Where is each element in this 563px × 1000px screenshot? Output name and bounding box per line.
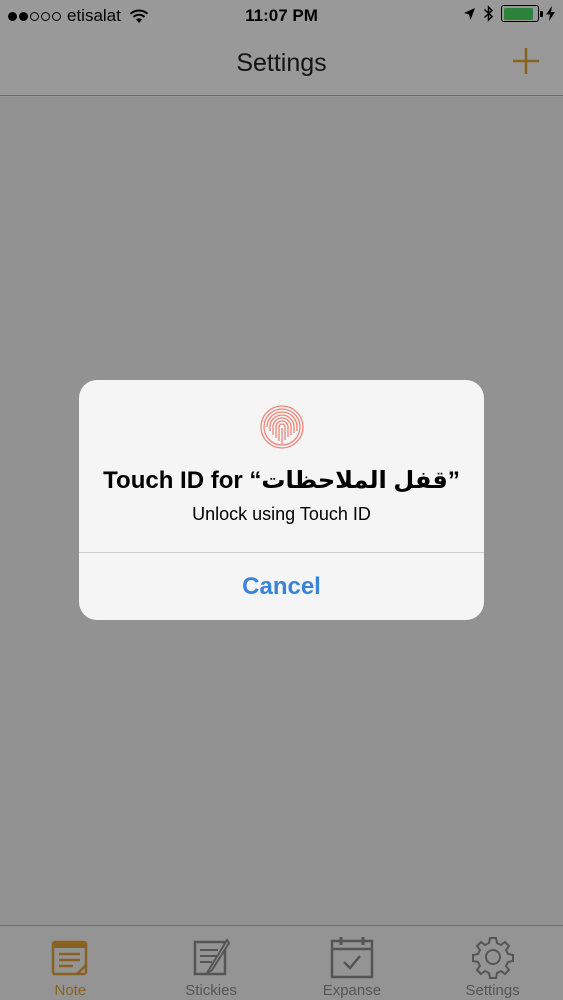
fingerprint-icon xyxy=(260,405,304,449)
cancel-button[interactable]: Cancel xyxy=(79,553,484,620)
touch-id-alert: Touch ID for “قفل الملاحظات” Unlock usin… xyxy=(79,380,484,620)
alert-message: Unlock using Touch ID xyxy=(192,504,371,524)
alert-title: Touch ID for “قفل الملاحظات” xyxy=(103,467,460,494)
